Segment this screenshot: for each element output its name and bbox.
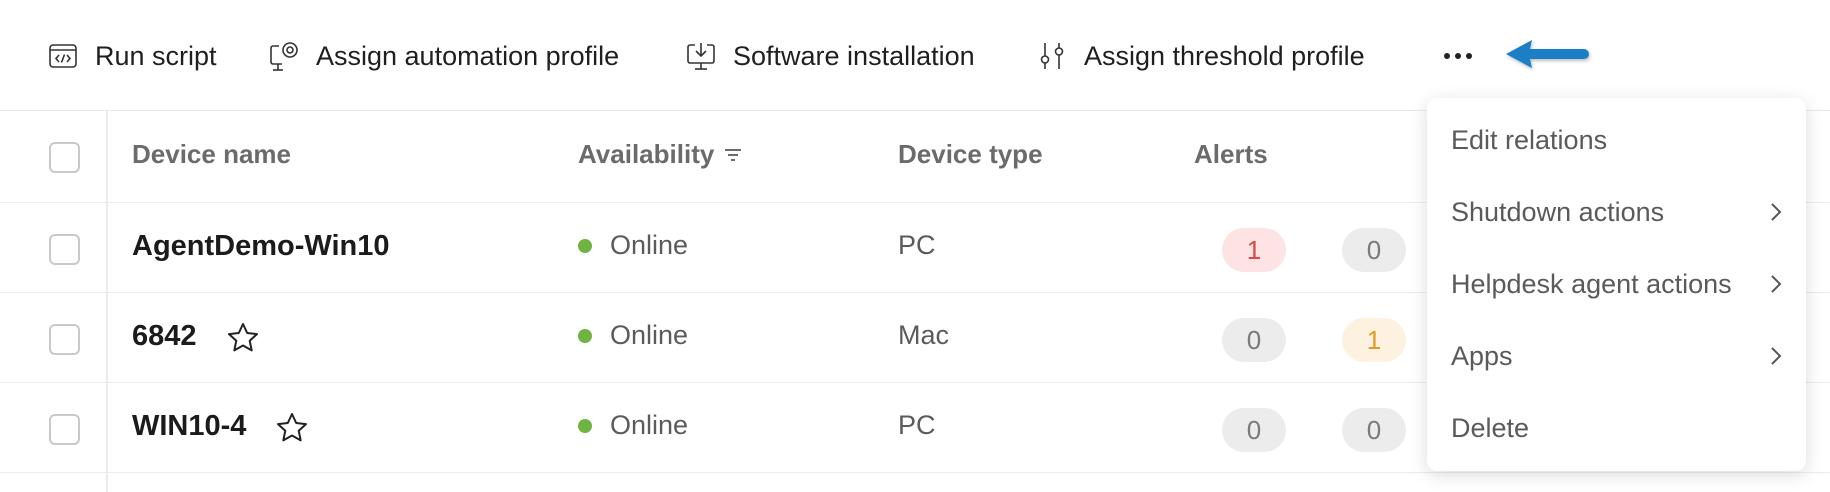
device-type-header[interactable]: Device type [898,139,1043,170]
more-actions-button[interactable] [1438,40,1478,72]
automation-monitor-icon [270,42,298,71]
star-icon[interactable] [227,322,259,352]
device-name-header[interactable]: Device name [132,139,291,170]
menu-item-helpdesk-agent-actions[interactable]: Helpdesk agent actions [1427,248,1806,320]
run-script-label: Run script [95,40,217,71]
alert-count-badge[interactable]: 0 [1342,228,1406,272]
menu-item-shutdown-actions[interactable]: Shutdown actions [1427,176,1806,248]
assign-threshold-profile-button[interactable]: Assign threshold profile [1036,36,1365,76]
device-type-cell: Mac [898,320,950,350]
alert-count-badge[interactable]: 0 [1222,408,1286,452]
menu-item-delete[interactable]: Delete [1427,392,1806,464]
alert-count-badge[interactable]: 1 [1342,318,1406,362]
bulk-actions-toolbar: Run script Assign automation profile Sof… [0,0,1830,111]
software-installation-button[interactable]: Software installation [685,36,975,76]
row-checkbox[interactable] [49,324,80,355]
assign-automation-profile-button[interactable]: Assign automation profile [268,36,619,76]
row-checkbox[interactable] [49,234,80,265]
device-name[interactable]: WIN10-4 [132,410,308,443]
software-installation-label: Software installation [733,40,975,71]
alert-count-badge[interactable]: 0 [1342,408,1406,452]
device-type-cell: PC [898,410,936,440]
alert-count-badge[interactable]: 1 [1222,228,1286,272]
availability-header[interactable]: Availability [578,139,742,170]
device-name[interactable]: 6842 [132,320,259,353]
assign-automation-profile-label: Assign automation profile [316,40,620,71]
filter-icon[interactable] [724,148,742,162]
chevron-right-icon [1771,203,1782,221]
device-type-cell: PC [898,230,936,260]
alert-count-badge[interactable]: 0 [1222,318,1286,362]
menu-item-edit-relations[interactable]: Edit relations [1427,104,1806,176]
table-row-partial [0,473,1830,492]
online-status-dot [578,328,592,343]
select-all-checkbox[interactable] [49,142,80,173]
pointer-arrow-icon [1506,40,1589,68]
online-status-dot [578,418,592,433]
chevron-right-icon [1771,347,1782,365]
alerts-header[interactable]: Alerts [1194,139,1268,170]
row-checkbox[interactable] [49,414,80,445]
script-icon [49,44,77,68]
sliders-icon [1040,43,1064,69]
run-script-button[interactable]: Run script [47,36,217,76]
more-actions-menu: Edit relations Shutdown actions Helpdesk… [1427,98,1806,471]
menu-item-apps[interactable]: Apps [1427,320,1806,392]
availability-cell: Online [578,320,688,351]
download-monitor-icon [687,43,715,70]
star-icon[interactable] [276,412,308,442]
assign-threshold-profile-label: Assign threshold profile [1084,40,1365,71]
availability-cell: Online [578,410,688,441]
device-name[interactable]: AgentDemo-Win10 [132,230,390,263]
availability-cell: Online [578,230,688,261]
chevron-right-icon [1771,275,1782,293]
online-status-dot [578,238,592,253]
more-dots-icon [1444,53,1450,59]
